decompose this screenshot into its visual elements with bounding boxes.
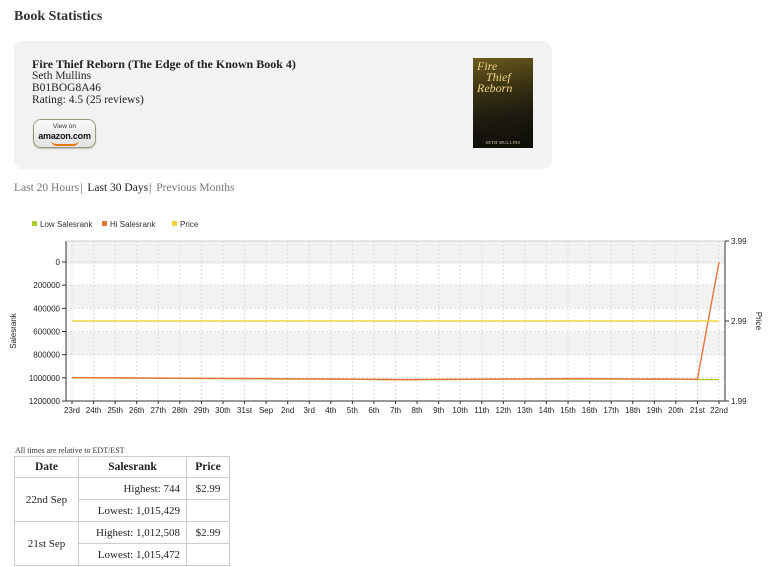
x-tick-label: 4th (325, 406, 336, 415)
x-tick-label: 19th (647, 406, 663, 415)
amazon-logo: amazon.com (38, 131, 91, 141)
y-tick-label-left: 600000 (33, 328, 60, 337)
timezone-note: All times are relative to EDT/EST (15, 446, 125, 455)
link-last-30-days[interactable]: Last 30 Days (87, 182, 148, 194)
x-tick-label: 30th (215, 406, 231, 415)
row-highest: Highest: 1,012,508 (78, 521, 187, 544)
x-tick-label: 9th (433, 406, 444, 415)
legend-label: Hi Salesrank (110, 220, 156, 229)
legend-swatch (172, 221, 177, 226)
y-tick-label-right: 1.99 (731, 397, 747, 406)
x-tick-label: 10th (452, 406, 468, 415)
link-last-20-hours[interactable]: Last 20 Hours (14, 182, 79, 194)
y-axis-title-right: Price (754, 312, 763, 331)
legend-swatch (102, 221, 107, 226)
x-tick-label: 11th (474, 406, 489, 415)
y-tick-label-left: 200000 (33, 281, 60, 290)
column-header-date: Date (14, 456, 79, 478)
legend-label: Price (180, 220, 199, 229)
chart-legend: Low Salesrank Hi Salesrank Price (32, 220, 199, 229)
x-tick-label: 18th (625, 406, 641, 415)
row-price-empty (186, 499, 230, 522)
link-separator: | (149, 182, 152, 194)
y-tick-label-right: 3.99 (731, 237, 747, 246)
y-tick-label-left: 1000000 (29, 374, 61, 383)
column-header-salesrank: Salesrank (78, 456, 187, 478)
row-date: 21st Sep (14, 521, 79, 566)
page-title: Book Statistics (14, 9, 103, 24)
table-header-row: Date Salesrank Price (14, 456, 230, 478)
x-tick-label: 15th (560, 406, 576, 415)
x-tick-label: 14th (539, 406, 555, 415)
row-lowest: Lowest: 1,015,429 (78, 499, 187, 522)
cover-title: Fire Thief Reborn (477, 60, 513, 95)
row-lowest: Lowest: 1,015,472 (78, 543, 187, 566)
y-tick-label-left: 800000 (33, 351, 60, 360)
salesrank-table: Date Salesrank Price 22nd Sep Highest: 7… (14, 456, 230, 566)
row-price: $2.99 (186, 477, 230, 500)
row-price: $2.99 (186, 521, 230, 544)
x-tick-label: 17th (603, 406, 619, 415)
cover-title-line: Reborn (477, 81, 513, 95)
plot-band (66, 241, 725, 265)
x-tick-label: 21st (690, 406, 706, 415)
column-header-price: Price (186, 456, 230, 478)
book-cover-image: Fire Thief Reborn SETH MULLINS (473, 58, 533, 148)
row-price-empty (186, 543, 230, 566)
link-previous-months[interactable]: Previous Months (156, 182, 234, 194)
x-tick-label: 8th (412, 406, 423, 415)
book-info-card: Fire Thief Reborn (The Edge of the Known… (14, 41, 552, 169)
legend-label: Low Salesrank (40, 220, 93, 229)
x-tick-label: 5th (347, 406, 358, 415)
book-asin: B01BOG8A46 (32, 82, 102, 94)
book-author: Seth Mullins (32, 70, 92, 82)
y-tick-label-left: 400000 (33, 304, 60, 313)
legend-swatch (32, 221, 37, 226)
y-axis-title-left: Salesrank (9, 312, 18, 349)
view-on-amazon-button[interactable]: View on amazon.com (33, 119, 96, 148)
table-row: 22nd Sep Highest: 744 $2.99 (14, 477, 230, 522)
x-tick-label: Sep (259, 406, 274, 415)
x-tick-label: 22nd (710, 406, 728, 415)
x-tick-label: 3rd (303, 406, 315, 415)
x-tick-label: 7th (390, 406, 401, 415)
x-tick-label: 12th (496, 406, 512, 415)
row-highest: Highest: 744 (78, 477, 187, 500)
book-rating: Rating: 4.5 (25 reviews) (32, 94, 144, 106)
x-tick-label: 20th (668, 406, 684, 415)
x-tick-label: 16th (582, 406, 598, 415)
x-tick-label: 29th (194, 406, 210, 415)
x-tick-label: 2nd (281, 406, 294, 415)
y-tick-label-right: 2.99 (731, 317, 747, 326)
x-tick-label: 28th (172, 406, 188, 415)
x-tick-label: 13th (517, 406, 533, 415)
x-tick-label: 25th (107, 406, 123, 415)
cover-author: SETH MULLINS (485, 140, 521, 145)
table-row: 21st Sep Highest: 1,012,508 $2.99 (14, 521, 230, 566)
x-tick-label: 24th (86, 406, 102, 415)
x-tick-label: 31st (237, 406, 253, 415)
x-tick-label: 27th (150, 406, 166, 415)
x-tick-label: 6th (368, 406, 379, 415)
y-tick-label-left: 1200000 (29, 397, 61, 406)
x-tick-label: 26th (129, 406, 145, 415)
plot-band (66, 285, 725, 309)
y-tick-label-left: 0 (56, 258, 61, 267)
link-separator: | (80, 182, 83, 194)
row-date: 22nd Sep (14, 477, 79, 522)
time-range-links: Last 20 Hours| Last 30 Days| Previous Mo… (14, 182, 235, 194)
salesrank-chart: Low Salesrank Hi Salesrank Price 0 200000 40… (9, 220, 763, 415)
x-tick-label: 23rd (64, 406, 80, 415)
amazon-button-caption: View on (52, 123, 76, 130)
